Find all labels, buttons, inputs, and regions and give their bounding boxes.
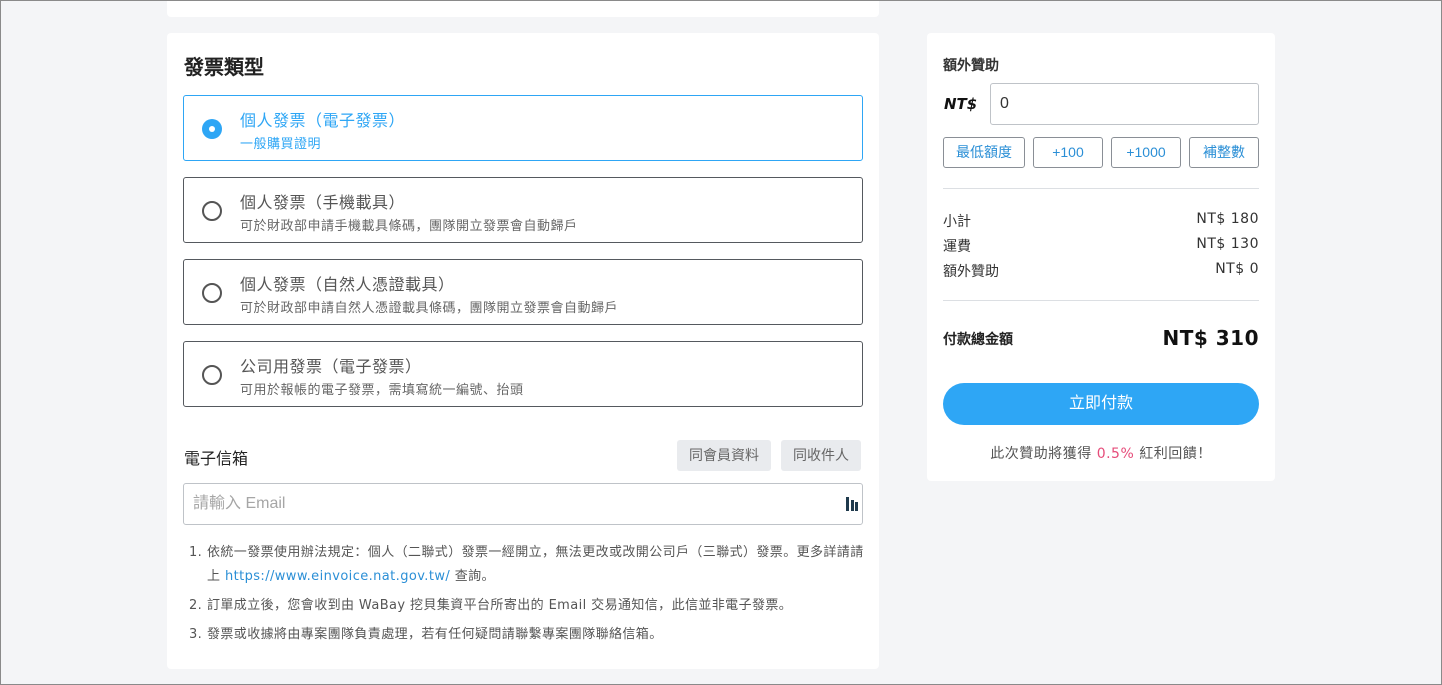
- radio-icon[interactable]: [202, 365, 222, 385]
- note-suffix: 查詢。: [454, 569, 495, 584]
- bonus-message: 此次贊助將獲得 0.5% 紅利回饋！: [927, 443, 1275, 463]
- option-title: 個人發票（電子發票）: [240, 111, 406, 130]
- bonus-percent: 0.5%: [1096, 446, 1135, 462]
- note-number: 3.: [189, 627, 203, 642]
- invoice-option-citizen-certificate[interactable]: 個人發票（自然人憑證載具） 可於財政部申請自然人憑證載具條碼，團隊開立發票會自動…: [183, 259, 863, 325]
- bonus-suffix: 紅利回饋！: [1139, 446, 1212, 462]
- option-title: 個人發票（手機載具）: [240, 193, 406, 212]
- minimum-amount-button[interactable]: 最低額度: [943, 137, 1025, 168]
- invoice-notes: 1. 依統一發票使用辦法規定：個人（二聯式）發票一經開立，無法更改或改開公司戶（…: [189, 541, 869, 652]
- shipping-label: 運費: [943, 239, 971, 255]
- previous-section-card: [167, 1, 879, 17]
- extra-amount-input[interactable]: [990, 83, 1259, 125]
- option-desc: 一般購買證明: [240, 137, 322, 152]
- note-item: 2. 訂單成立後，您會收到由 WaBay 挖貝集資平台所寄出的 Email 交易…: [189, 594, 869, 618]
- email-input[interactable]: [183, 483, 863, 525]
- note-text: 訂單成立後，您會收到由 WaBay 挖貝集資平台所寄出的 Email 交易通知信…: [207, 598, 793, 613]
- add-100-button[interactable]: +100: [1033, 137, 1103, 168]
- email-label: 電子信箱: [184, 449, 249, 468]
- invoice-type-title: 發票類型: [184, 55, 264, 79]
- option-desc: 可於財政部申請手機載具條碼，團隊開立發票會自動歸戶: [240, 219, 578, 234]
- option-title: 公司用發票（電子發票）: [240, 357, 422, 376]
- same-as-member-button[interactable]: 同會員資料: [677, 440, 771, 471]
- extra-row-label: 額外贊助: [943, 264, 999, 280]
- extra-sponsorship-label: 額外贊助: [943, 58, 999, 74]
- extra-row-value: NT$ 0: [1215, 261, 1259, 277]
- note-item: 1. 依統一發票使用辦法規定：個人（二聯式）發票一經開立，無法更改或改開公司戶（…: [189, 541, 869, 589]
- einvoice-link[interactable]: https://www.einvoice.nat.gov.tw/: [225, 569, 450, 584]
- currency-label: NT$: [944, 95, 978, 113]
- radio-selected-icon[interactable]: [202, 119, 222, 139]
- option-desc: 可用於報帳的電子發票，需填寫統一編號、抬頭: [240, 383, 524, 398]
- subtotal-label: 小計: [943, 214, 971, 230]
- payment-summary-card: 額外贊助 NT$ 最低額度 +100 +1000 補整數 小計 NT$ 180 …: [927, 33, 1275, 481]
- radio-icon[interactable]: [202, 201, 222, 221]
- option-title: 個人發票（自然人憑證載具）: [240, 275, 455, 294]
- invoice-option-personal-electronic[interactable]: 個人發票（電子發票） 一般購買證明: [183, 95, 863, 161]
- bonus-prefix: 此次贊助將獲得: [990, 446, 1092, 462]
- shipping-value: NT$ 130: [1196, 236, 1259, 252]
- pay-now-button[interactable]: 立即付款: [943, 383, 1259, 425]
- note-number: 2.: [189, 598, 203, 613]
- divider: [943, 188, 1259, 189]
- add-1000-button[interactable]: +1000: [1111, 137, 1181, 168]
- invoice-option-company[interactable]: 公司用發票（電子發票） 可用於報帳的電子發票，需填寫統一編號、抬頭: [183, 341, 863, 407]
- option-desc: 可於財政部申請自然人憑證載具條碼，團隊開立發票會自動歸戶: [240, 301, 619, 316]
- same-as-recipient-button[interactable]: 同收件人: [781, 440, 861, 471]
- divider: [943, 300, 1259, 301]
- invoice-option-mobile-carrier[interactable]: 個人發票（手機載具） 可於財政部申請手機載具條碼，團隊開立發票會自動歸戶: [183, 177, 863, 243]
- invoice-card: 發票類型 個人發票（電子發票） 一般購買證明 個人發票（手機載具） 可於財政部申…: [167, 33, 879, 669]
- note-item: 3. 發票或收據將由專案團隊負責處理，若有任何疑問請聯繫專案團隊聯絡信箱。: [189, 623, 869, 647]
- note-text: 發票或收據將由專案團隊負責處理，若有任何疑問請聯繫專案團隊聯絡信箱。: [207, 627, 663, 642]
- radio-icon[interactable]: [202, 283, 222, 303]
- round-up-button[interactable]: 補整數: [1189, 137, 1259, 168]
- total-label: 付款總金額: [943, 332, 1013, 348]
- total-value: NT$ 310: [1162, 326, 1259, 350]
- subtotal-value: NT$ 180: [1196, 211, 1259, 227]
- note-number: 1.: [189, 545, 203, 560]
- autofill-icon[interactable]: [846, 496, 858, 512]
